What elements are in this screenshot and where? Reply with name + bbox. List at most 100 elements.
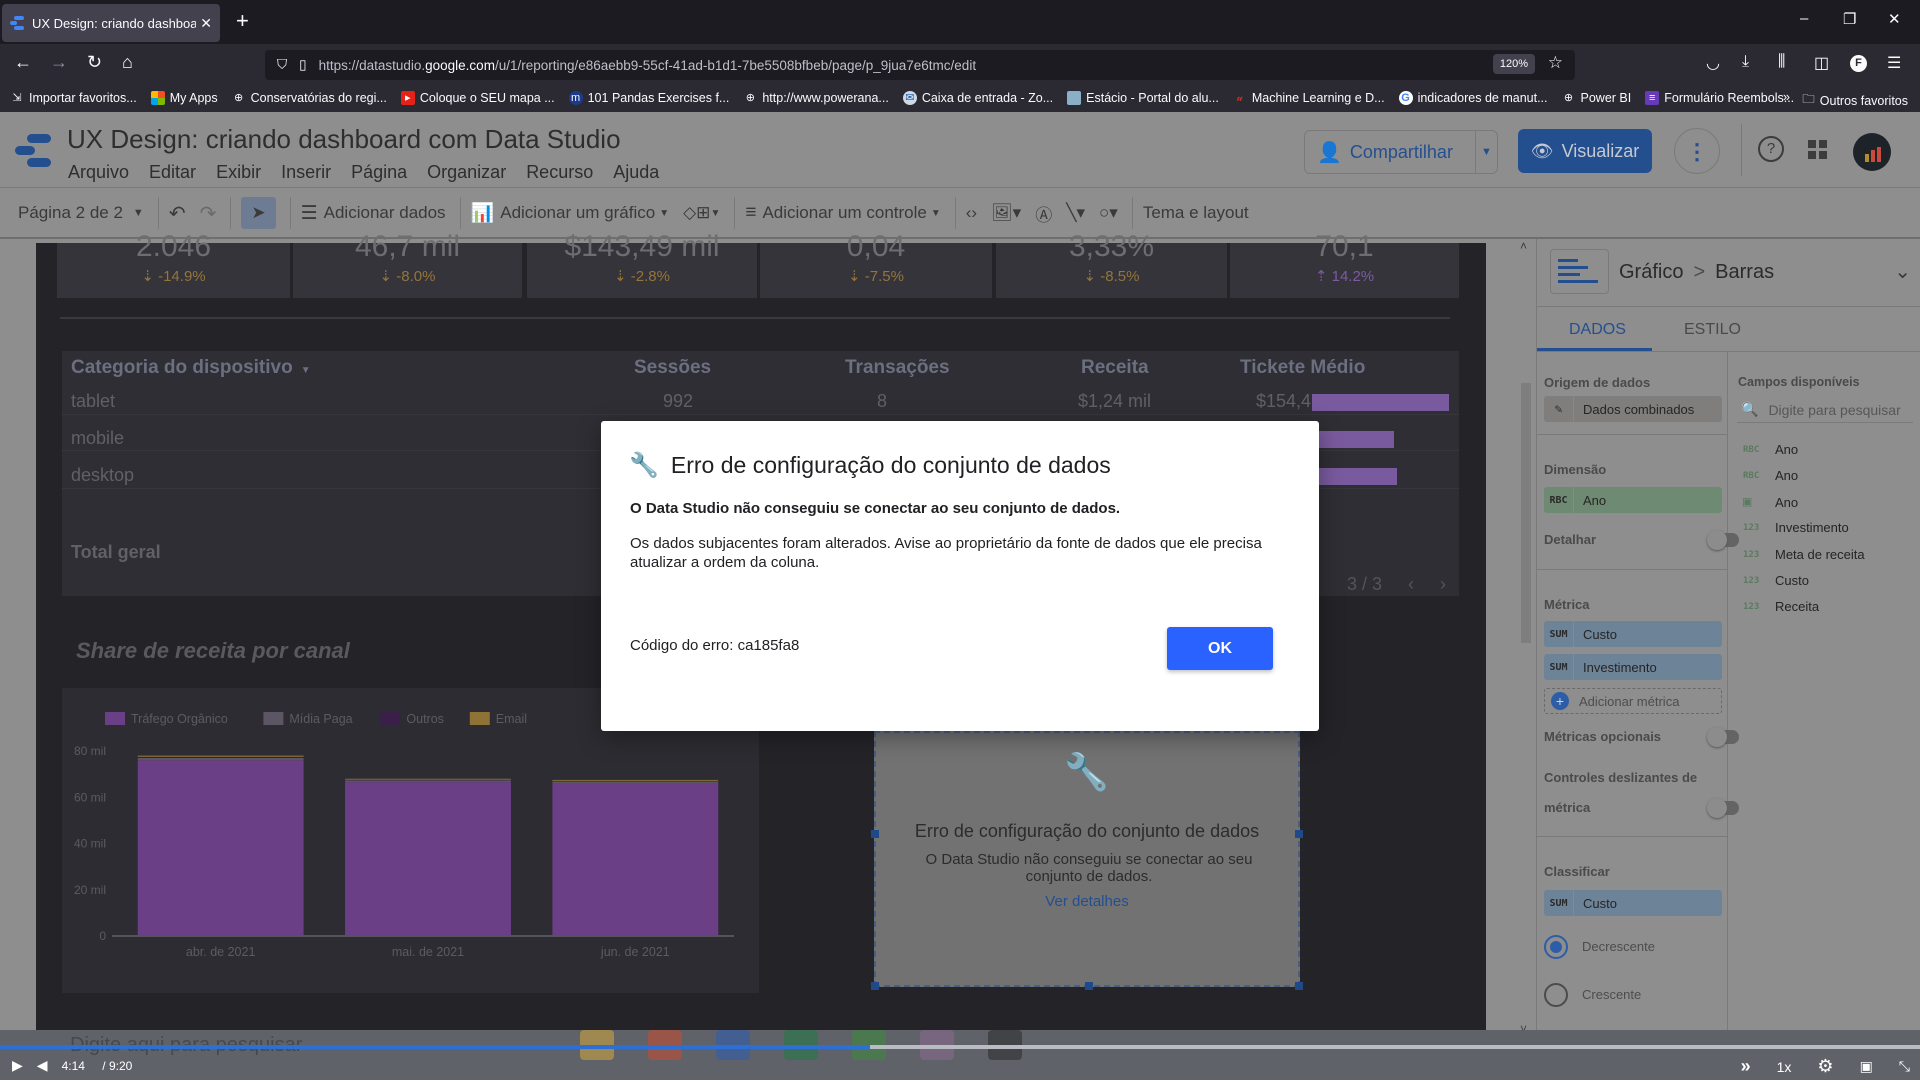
new-tab-button[interactable]: + xyxy=(236,8,249,34)
help-icon[interactable]: ? xyxy=(1758,136,1784,162)
view-details-link[interactable]: Ver detalhes xyxy=(876,893,1298,910)
menu-organizar[interactable]: Organizar xyxy=(427,162,506,183)
share-button[interactable]: 👤 Compartilhar ▼ xyxy=(1304,130,1498,174)
sort-ascending-radio[interactable] xyxy=(1544,983,1568,1007)
column-header-transactions[interactable]: Transações xyxy=(845,357,950,379)
bookmark-item[interactable]: ✉ Caixa de entrada - Zo... xyxy=(902,91,1053,105)
apps-grid-icon[interactable] xyxy=(1808,140,1828,160)
tab-estilo[interactable]: ESTILO xyxy=(1684,321,1741,339)
sidebar-icon[interactable]: ◫ xyxy=(1814,53,1829,73)
miniplayer-icon[interactable]: ▣ xyxy=(1860,1058,1873,1075)
back-button[interactable]: ← xyxy=(14,52,32,73)
volume-icon[interactable]: ◀ xyxy=(37,1057,48,1074)
playback-speed[interactable]: 1x xyxy=(1777,1059,1792,1075)
ok-button[interactable]: OK xyxy=(1167,627,1273,670)
field-item[interactable]: 123 Meta de receita xyxy=(1743,547,1865,562)
line-icon[interactable]: ╲▾ xyxy=(1066,203,1085,223)
bookmark-item[interactable]: My Apps xyxy=(150,91,218,105)
reload-button[interactable]: ↻ xyxy=(87,52,102,73)
scrollbar-thumb[interactable] xyxy=(1521,383,1531,643)
page-selector[interactable]: Página 2 de 2 ▼ xyxy=(18,203,144,223)
menu-inserir[interactable]: Inserir xyxy=(281,162,331,183)
hamburger-menu-icon[interactable]: ☰ xyxy=(1887,53,1901,73)
prev-page-icon[interactable]: ‹ xyxy=(1408,574,1414,594)
shape-icon[interactable]: ○▾ xyxy=(1099,203,1118,223)
bar-chart-type-icon[interactable] xyxy=(1550,249,1609,294)
url-bar[interactable]: ⛉ ▯ https://datastudio. google.com/u/1/re… xyxy=(265,50,1575,80)
field-item[interactable]: 123 Investimento xyxy=(1743,520,1849,535)
menu-pagina[interactable]: Página xyxy=(351,162,407,183)
add-control-button[interactable]: ≡ Adicionar um controle ▼ xyxy=(745,202,940,224)
text-box-icon[interactable]: Ⓐ xyxy=(1035,201,1052,226)
tab-dados[interactable]: DADOS xyxy=(1569,321,1626,339)
kpi-scorecard[interactable]: 70,1 ⇡ 14.2% xyxy=(1230,230,1459,298)
pocket-icon[interactable]: ◡ xyxy=(1706,53,1720,73)
scroll-up-icon[interactable]: ˄ xyxy=(1520,239,1527,253)
scroll-down-icon[interactable]: ˅ xyxy=(1520,1022,1527,1030)
sort-field-chip[interactable]: SUM Custo xyxy=(1544,890,1722,916)
broken-chart-placeholder[interactable]: 🔧 Erro de configuração do conjunto de da… xyxy=(871,731,1303,990)
bookmark-item[interactable]: ⊕ http://www.powerana... xyxy=(743,91,889,105)
revenue-share-chart[interactable]: Tráfego Orgânico Mídia Paga Outros Email 0 2… xyxy=(62,688,759,993)
bookmark-item[interactable]: 𝓊 Machine Learning e D... xyxy=(1233,91,1385,105)
bookmark-item[interactable]: ≡ Formulário Reembols... xyxy=(1645,91,1794,105)
pencil-icon[interactable]: ✎ xyxy=(1544,396,1574,422)
profile-avatar[interactable]: F xyxy=(1850,55,1867,72)
column-header-category[interactable]: Categoria do dispositivo ▼ xyxy=(71,357,311,379)
field-item[interactable]: RBC Ano xyxy=(1743,442,1798,457)
metric-chip[interactable]: SUM Custo xyxy=(1544,621,1722,647)
chevron-down-icon[interactable]: ⌄ xyxy=(1894,259,1911,284)
restore-button[interactable]: ❐ xyxy=(1843,10,1856,28)
column-header-revenue[interactable]: Receita xyxy=(1081,357,1149,379)
bookmark-item[interactable]: Gindicadores de manut... xyxy=(1398,91,1548,105)
field-item[interactable]: 123 Custo xyxy=(1743,573,1809,588)
embed-code-icon[interactable]: ‹› xyxy=(966,203,977,223)
resize-handle[interactable] xyxy=(871,982,879,990)
other-bookmarks-folder[interactable]: 🗀 Outros favoritos xyxy=(1802,90,1908,111)
forward-button[interactable]: → xyxy=(50,52,68,73)
resize-handle[interactable] xyxy=(1085,982,1093,990)
sort-descending-radio[interactable] xyxy=(1544,935,1568,959)
kpi-scorecard[interactable]: 46,7 mil ⇣ -8.0% xyxy=(293,230,522,298)
view-button[interactable]: 👁 Visualizar xyxy=(1518,129,1652,173)
field-item[interactable]: RBC Ano xyxy=(1743,468,1798,483)
menu-ajuda[interactable]: Ajuda xyxy=(613,162,659,183)
theme-layout-button[interactable]: Tema e layout xyxy=(1143,203,1249,223)
select-cursor-icon[interactable]: ➤ xyxy=(241,197,276,229)
kpi-scorecard[interactable]: $143,49 mil ⇣ -2.8% xyxy=(527,230,757,298)
kpi-scorecard[interactable]: 3,33% ⇣ -8.5% xyxy=(996,230,1227,298)
tab-close-icon[interactable]: ✕ xyxy=(200,15,212,32)
column-header-sessions[interactable]: Sessões xyxy=(634,357,711,379)
add-data-button[interactable]: ☰ Adicionar dados xyxy=(301,202,446,225)
close-window-button[interactable]: ✕ xyxy=(1888,10,1901,28)
browser-tab-active[interactable]: UX Design: criando dashboard com Data St… xyxy=(2,4,220,42)
play-icon[interactable]: ▶ xyxy=(12,1057,23,1074)
kpi-scorecard[interactable]: 2.046 ⇣ -14.9% xyxy=(57,230,290,298)
bookmark-item[interactable]: Estácio - Portal do alu... xyxy=(1067,91,1219,105)
community-viz-button[interactable]: ◇⊞ ▼ xyxy=(683,203,720,223)
user-avatar[interactable] xyxy=(1853,133,1891,171)
menu-exibir[interactable]: Exibir xyxy=(216,162,261,183)
download-icon[interactable]: ⤓ xyxy=(1742,53,1749,71)
home-button[interactable]: ⌂ xyxy=(122,52,133,73)
next-page-icon[interactable]: › xyxy=(1440,574,1446,594)
bookmark-item[interactable]: m 101 Pandas Exercises f... xyxy=(568,91,729,105)
fields-search-input[interactable]: 🔍 Digite para pesquisar xyxy=(1737,397,1913,423)
metric-chip[interactable]: SUM Investimento xyxy=(1544,654,1722,680)
dimension-chip[interactable]: RBC Ano xyxy=(1544,487,1722,513)
image-icon[interactable]: 🖼▾ xyxy=(991,203,1021,223)
canvas-scrollbar[interactable]: ˄ ˅ xyxy=(1516,239,1536,1030)
field-item[interactable]: 123 Receita xyxy=(1743,599,1819,614)
more-options-icon[interactable]: ⋮ xyxy=(1674,128,1720,174)
menu-editar[interactable]: Editar xyxy=(149,162,196,183)
video-progress-bar[interactable] xyxy=(0,1045,1920,1049)
redo-icon[interactable]: ↷ xyxy=(200,201,217,226)
undo-icon[interactable]: ↶ xyxy=(169,201,186,226)
library-icon[interactable]: ⫼ xyxy=(1778,53,1785,71)
shield-icon[interactable]: ⛉ xyxy=(277,57,287,73)
bookmark-star-icon[interactable]: ☆ xyxy=(1548,53,1563,73)
zoom-level-badge[interactable]: 120% xyxy=(1492,54,1535,74)
skip-forward-icon[interactable]: » xyxy=(1741,1056,1751,1077)
data-source-chip[interactable]: ✎ Dados combinados xyxy=(1544,396,1722,422)
field-item[interactable]: ▣ Ano xyxy=(1743,494,1798,510)
